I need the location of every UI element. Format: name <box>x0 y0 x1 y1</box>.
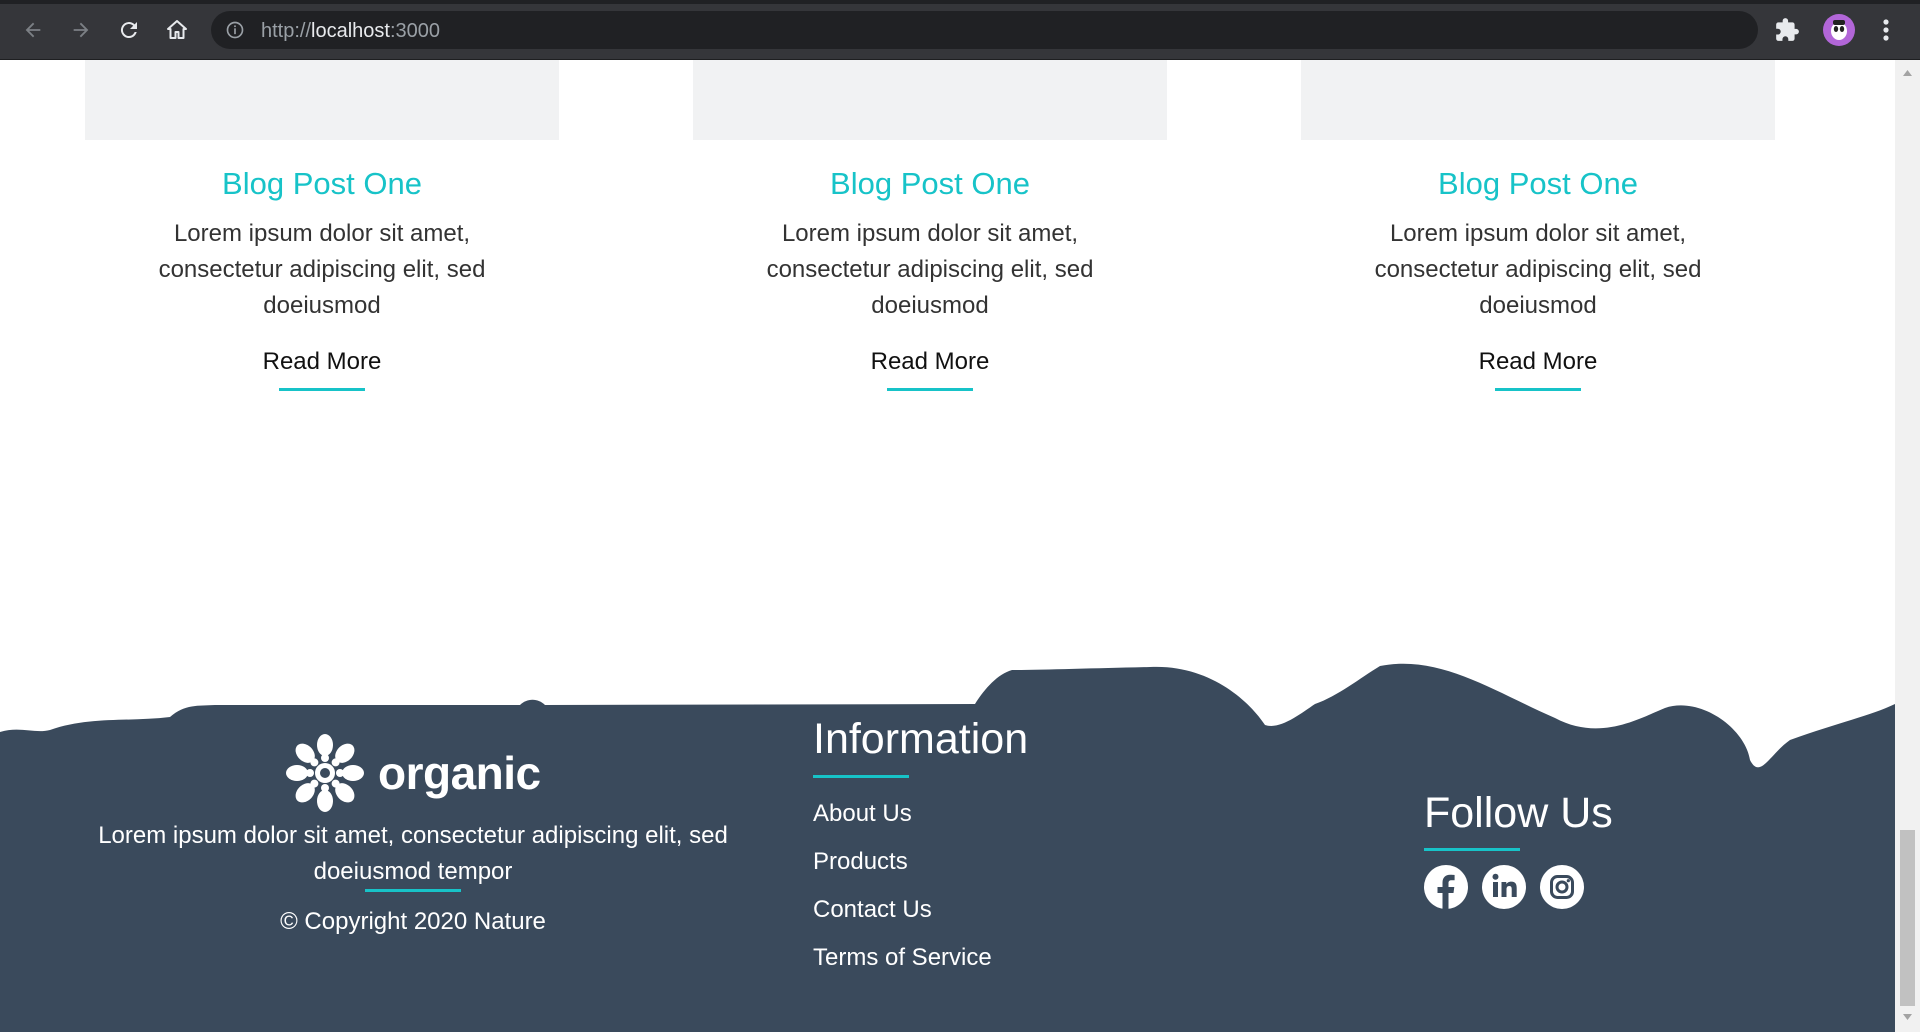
read-more-underline <box>279 388 365 391</box>
blog-card-image <box>1301 60 1775 140</box>
footer-description: Lorem ipsum dolor sit amet, consectetur … <box>98 822 728 885</box>
forward-arrow-icon[interactable] <box>64 13 98 47</box>
more-vert-icon[interactable] <box>1876 16 1896 44</box>
extensions-icon[interactable] <box>1774 17 1800 43</box>
url-host: localhost <box>311 20 390 42</box>
about-us-link[interactable]: About Us <box>813 800 912 828</box>
products-link[interactable]: Products <box>813 848 908 876</box>
blog-card-title: Blog Post One <box>1438 166 1638 201</box>
address-bar[interactable]: http://localhost:3000 <box>211 11 1758 49</box>
blog-card-image <box>85 60 559 140</box>
blog-card-title: Blog Post One <box>830 166 1030 201</box>
blog-card-title: Blog Post One <box>222 166 422 201</box>
read-more-link[interactable]: Read More <box>871 346 990 378</box>
linkedin-icon[interactable] <box>1481 864 1527 910</box>
url-text[interactable]: http://localhost:3000 <box>261 20 440 43</box>
back-arrow-icon[interactable] <box>16 13 50 47</box>
info-icon[interactable] <box>225 20 245 40</box>
footer-description-underline <box>365 889 461 892</box>
blog-card: Blog Post One Lorem ipsum dolor sit amet… <box>1301 60 1775 391</box>
tab-strip-edge <box>0 0 1920 4</box>
flower-logo-icon <box>286 734 364 812</box>
contact-us-link[interactable]: Contact Us <box>813 896 932 924</box>
footer-logo[interactable]: organic <box>280 730 541 816</box>
terms-of-service-link[interactable]: Terms of Service <box>813 944 992 972</box>
blog-card-body: Lorem ipsum dolor sit amet, consectetur … <box>158 220 486 319</box>
blog-card-body: Lorem ipsum dolor sit amet, consectetur … <box>766 220 1094 319</box>
blog-card-body: Lorem ipsum dolor sit amet, consectetur … <box>1374 220 1702 319</box>
scrollbar-thumb[interactable] <box>1900 830 1915 1006</box>
information-heading: Information <box>813 715 1029 763</box>
scroll-up-arrow-icon[interactable] <box>1895 66 1920 80</box>
read-more-link[interactable]: Read More <box>263 346 382 378</box>
reload-icon[interactable] <box>112 13 146 47</box>
instagram-icon[interactable] <box>1539 864 1585 910</box>
blog-card: Blog Post One Lorem ipsum dolor sit amet… <box>85 60 559 391</box>
facebook-icon[interactable] <box>1423 864 1469 910</box>
information-heading-underline <box>813 775 909 778</box>
blog-card: Blog Post One Lorem ipsum dolor sit amet… <box>693 60 1167 391</box>
url-prefix: http:// <box>261 20 312 42</box>
follow-us-heading: Follow Us <box>1424 789 1613 837</box>
avatar[interactable] <box>1823 14 1855 46</box>
read-more-underline <box>1495 388 1581 391</box>
follow-us-heading-underline <box>1424 848 1520 851</box>
read-more-underline <box>887 388 973 391</box>
copyright-text: © Copyright 2020 Nature <box>280 908 546 935</box>
vertical-scrollbar[interactable] <box>1895 60 1920 1032</box>
scroll-down-arrow-icon[interactable] <box>1895 1010 1920 1024</box>
brand-name: organic <box>378 747 541 799</box>
browser-toolbar: http://localhost:3000 <box>0 0 1920 60</box>
blog-card-image <box>693 60 1167 140</box>
home-icon[interactable] <box>160 13 194 47</box>
url-port: :3000 <box>389 20 441 42</box>
read-more-link[interactable]: Read More <box>1479 346 1598 378</box>
